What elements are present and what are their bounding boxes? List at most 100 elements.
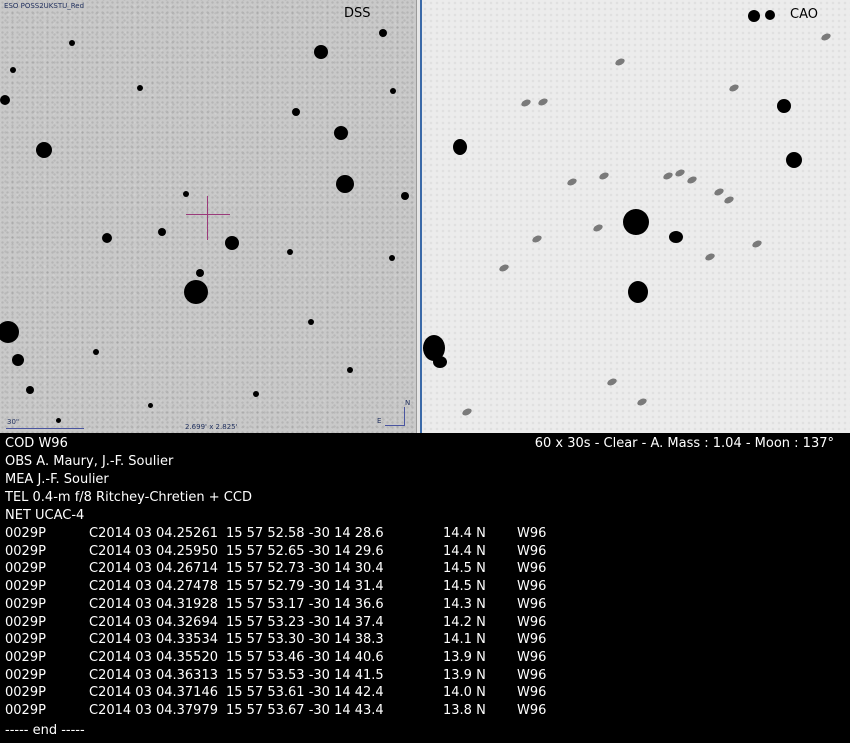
faint-star bbox=[723, 195, 735, 205]
faint-star bbox=[461, 407, 473, 417]
report-header-line: COD W96 bbox=[5, 436, 68, 451]
observation-coords: 15 57 53.61 -30 14 42.4 bbox=[226, 685, 384, 701]
observation-date: C2014 03 04.31928 bbox=[89, 596, 218, 612]
observation-code: W96 bbox=[517, 649, 547, 665]
observation-code: W96 bbox=[517, 685, 547, 701]
star bbox=[401, 192, 409, 200]
observation-mag: 14.3 N bbox=[443, 596, 486, 612]
observation-date: C2014 03 04.27478 bbox=[89, 579, 218, 595]
observation-object: 0029P bbox=[5, 703, 46, 718]
observation-coords: 15 57 52.73 -30 14 30.4 bbox=[226, 561, 384, 577]
star bbox=[196, 269, 204, 277]
star bbox=[379, 29, 387, 37]
star bbox=[225, 236, 239, 250]
star bbox=[748, 10, 760, 22]
star bbox=[0, 95, 10, 105]
observation-code: W96 bbox=[517, 526, 547, 541]
field-of-view-label: 2.699' x 2.825' bbox=[185, 423, 238, 431]
faint-star bbox=[566, 177, 578, 187]
compass-north-arrow bbox=[404, 407, 405, 425]
star bbox=[777, 99, 791, 113]
observation-coords: 15 57 52.65 -30 14 29.6 bbox=[226, 543, 384, 559]
observation-coords: 15 57 53.53 -30 14 41.5 bbox=[226, 667, 384, 683]
star bbox=[433, 356, 447, 368]
star bbox=[628, 281, 648, 303]
observation-mag: 14.4 N bbox=[443, 526, 486, 541]
observation-mag: 13.8 N bbox=[443, 703, 486, 718]
star bbox=[786, 152, 802, 168]
observation-coords: 15 57 53.46 -30 14 40.6 bbox=[226, 649, 384, 665]
observation-object: 0029P bbox=[5, 543, 46, 559]
observation-code: W96 bbox=[517, 596, 547, 612]
observation-date: C2014 03 04.37146 bbox=[89, 685, 218, 701]
star bbox=[334, 126, 348, 140]
star bbox=[292, 108, 300, 116]
observation-code: W96 bbox=[517, 579, 547, 595]
observation-object: 0029P bbox=[5, 579, 46, 595]
observation-object: 0029P bbox=[5, 667, 46, 683]
observation-mag: 14.5 N bbox=[443, 579, 486, 595]
star bbox=[102, 233, 112, 243]
star bbox=[137, 85, 143, 91]
observation-date: C2014 03 04.35520 bbox=[89, 649, 218, 665]
observation-mag: 13.9 N bbox=[443, 649, 486, 665]
star bbox=[184, 280, 208, 304]
observation-mag: 14.1 N bbox=[443, 632, 486, 648]
observation-coords: 15 57 52.58 -30 14 28.6 bbox=[226, 526, 384, 541]
star bbox=[0, 321, 19, 343]
observation-object: 0029P bbox=[5, 685, 46, 701]
report-header-line: NET UCAC-4 bbox=[5, 508, 85, 523]
compass-east-arrow bbox=[385, 425, 405, 426]
faint-star bbox=[820, 32, 832, 42]
faint-star bbox=[751, 239, 763, 249]
star bbox=[36, 142, 52, 158]
dss-image-panel: ESO POSS2UKSTU_Red DSS 30" 2.699' x 2.82… bbox=[0, 0, 416, 433]
star bbox=[253, 391, 259, 397]
report-header-line: TEL 0.4-m f/8 Ritchey-Chretien + CCD bbox=[5, 490, 252, 505]
observation-mag: 14.2 N bbox=[443, 614, 486, 630]
observation-date: C2014 03 04.33534 bbox=[89, 632, 218, 648]
observation-mag: 14.4 N bbox=[443, 543, 486, 559]
faint-star bbox=[537, 97, 549, 107]
compass-e-label: E bbox=[377, 417, 382, 425]
star bbox=[287, 249, 293, 255]
star bbox=[390, 88, 396, 94]
observation-coords: 15 57 53.17 -30 14 36.6 bbox=[226, 596, 384, 612]
crosshair-vertical bbox=[207, 196, 208, 240]
star bbox=[93, 349, 99, 355]
observation-mag: 13.9 N bbox=[443, 667, 486, 683]
observation-code: W96 bbox=[517, 561, 547, 577]
observation-coords: 15 57 53.30 -30 14 38.3 bbox=[226, 632, 384, 648]
faint-star bbox=[498, 263, 510, 273]
star bbox=[12, 354, 24, 366]
star bbox=[623, 209, 649, 235]
faint-star bbox=[728, 83, 740, 93]
observation-date: C2014 03 04.25261 bbox=[89, 526, 218, 541]
observation-date: C2014 03 04.26714 bbox=[89, 561, 218, 577]
observation-mag: 14.0 N bbox=[443, 685, 486, 701]
survey-label: ESO POSS2UKSTU_Red bbox=[4, 2, 85, 10]
observation-code: W96 bbox=[517, 543, 547, 559]
observation-date: C2014 03 04.36313 bbox=[89, 667, 218, 683]
star bbox=[453, 139, 467, 155]
observation-object: 0029P bbox=[5, 561, 46, 577]
star bbox=[389, 255, 395, 261]
faint-star bbox=[704, 252, 716, 262]
cao-image-panel: CAO bbox=[422, 0, 850, 433]
faint-star bbox=[636, 397, 648, 407]
crosshair-horizontal bbox=[186, 214, 230, 215]
faint-star bbox=[606, 377, 618, 387]
star bbox=[158, 228, 166, 236]
star bbox=[147, 402, 153, 408]
mpc-report: COD W96 60 x 30s - Clear - A. Mass : 1.0… bbox=[0, 433, 850, 743]
observation-code: W96 bbox=[517, 703, 547, 718]
star bbox=[55, 417, 61, 423]
observation-object: 0029P bbox=[5, 614, 46, 630]
faint-star bbox=[713, 187, 725, 197]
scale-label: 30" bbox=[7, 418, 20, 426]
observation-mag: 14.5 N bbox=[443, 561, 486, 577]
observation-date: C2014 03 04.32694 bbox=[89, 614, 218, 630]
observation-code: W96 bbox=[517, 667, 547, 683]
observation-object: 0029P bbox=[5, 649, 46, 665]
compass-n-label: N bbox=[405, 399, 411, 407]
